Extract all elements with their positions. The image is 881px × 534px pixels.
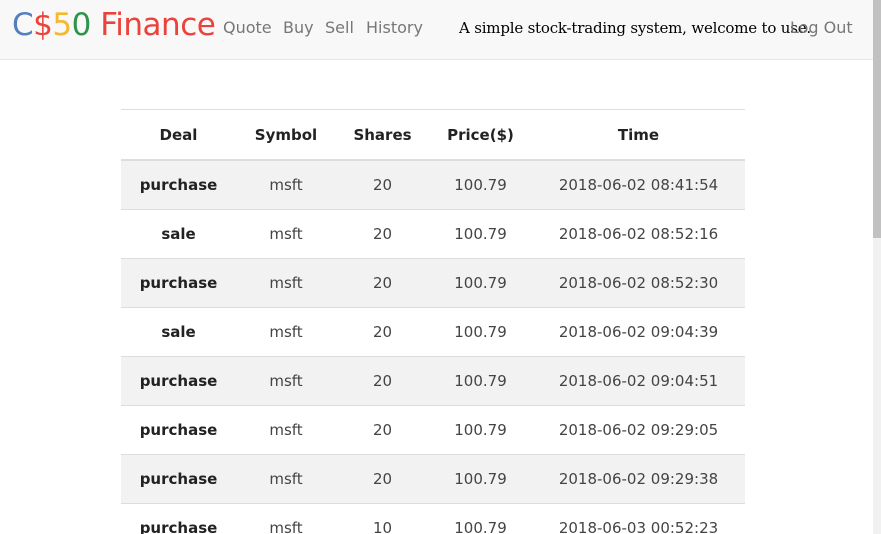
column-header-price: Price($) — [429, 109, 532, 161]
table-row: purchase msft 20 100.79 2018-06-02 08:41:54 — [121, 159, 745, 210]
cell-deal: sale — [121, 307, 236, 357]
column-header-symbol: Symbol — [236, 109, 336, 161]
cell-deal: purchase — [121, 503, 236, 534]
navbar: C$50 Finance Quote Buy Sell History A si… — [0, 0, 873, 60]
brand-finance: Finance — [90, 7, 216, 43]
brand-c: C — [12, 7, 34, 43]
vertical-scrollbar[interactable] — [873, 0, 881, 534]
brand-zero: 0 — [71, 7, 92, 43]
cell-shares: 20 — [336, 209, 429, 259]
cell-symbol: msft — [236, 258, 336, 308]
cell-deal: sale — [121, 209, 236, 259]
column-header-shares: Shares — [336, 109, 429, 161]
cell-time: 2018-06-03 00:52:23 — [532, 503, 745, 534]
nav-link-history[interactable]: History — [366, 18, 423, 38]
cell-price: 100.79 — [429, 454, 532, 504]
column-header-time: Time — [532, 109, 745, 161]
brand-logo-link[interactable]: C$50 Finance — [12, 7, 216, 43]
cell-shares: 20 — [336, 356, 429, 406]
cell-symbol: msft — [236, 454, 336, 504]
cell-time: 2018-06-02 08:52:30 — [532, 258, 745, 308]
cell-time: 2018-06-02 09:04:39 — [532, 307, 745, 357]
cell-deal: purchase — [121, 159, 236, 210]
scrollbar-thumb[interactable] — [873, 0, 881, 238]
column-header-deal: Deal — [121, 109, 236, 161]
cell-price: 100.79 — [429, 405, 532, 455]
brand-five: 5 — [52, 7, 72, 43]
cell-symbol: msft — [236, 405, 336, 455]
cell-price: 100.79 — [429, 258, 532, 308]
cell-shares: 20 — [336, 307, 429, 357]
cell-price: 100.79 — [429, 307, 532, 357]
page: C$50 Finance Quote Buy Sell History A si… — [0, 0, 881, 534]
table-row: sale msft 20 100.79 2018-06-02 09:04:39 — [121, 307, 745, 357]
cell-symbol: msft — [236, 307, 336, 357]
cell-time: 2018-06-02 09:29:38 — [532, 454, 745, 504]
nav-link-sell[interactable]: Sell — [325, 18, 354, 38]
table-row: sale msft 20 100.79 2018-06-02 08:52:16 — [121, 209, 745, 259]
history-table: Deal Symbol Shares Price($) Time purchas… — [121, 109, 745, 534]
cell-deal: purchase — [121, 356, 236, 406]
cell-deal: purchase — [121, 454, 236, 504]
table-row: purchase msft 20 100.79 2018-06-02 09:29:38 — [121, 454, 745, 504]
cell-price: 100.79 — [429, 503, 532, 534]
navbar-tagline: A simple stock-trading system, welcome t… — [459, 19, 811, 37]
cell-time: 2018-06-02 08:52:16 — [532, 209, 745, 259]
nav-link-quote[interactable]: Quote — [223, 18, 272, 38]
cell-time: 2018-06-02 09:04:51 — [532, 356, 745, 406]
table-header: Deal Symbol Shares Price($) Time — [121, 109, 745, 161]
history-table-container: Deal Symbol Shares Price($) Time purchas… — [121, 109, 745, 534]
cell-shares: 10 — [336, 503, 429, 534]
nav-link-buy[interactable]: Buy — [283, 18, 314, 38]
cell-shares: 20 — [336, 405, 429, 455]
cell-time: 2018-06-02 08:41:54 — [532, 159, 745, 210]
brand-dollar: $ — [33, 7, 53, 43]
cell-time: 2018-06-02 09:29:05 — [532, 405, 745, 455]
cell-price: 100.79 — [429, 356, 532, 406]
cell-shares: 20 — [336, 454, 429, 504]
cell-deal: purchase — [121, 258, 236, 308]
cell-deal: purchase — [121, 405, 236, 455]
cell-shares: 20 — [336, 258, 429, 308]
cell-symbol: msft — [236, 356, 336, 406]
table-row: purchase msft 20 100.79 2018-06-02 09:04:51 — [121, 356, 745, 406]
cell-price: 100.79 — [429, 159, 532, 210]
cell-symbol: msft — [236, 503, 336, 534]
cell-price: 100.79 — [429, 209, 532, 259]
table-body: purchase msft 20 100.79 2018-06-02 08:41:54 s… — [121, 159, 745, 534]
nav-link-logout[interactable]: Log Out — [790, 18, 853, 38]
table-row: purchase msft 20 100.79 2018-06-02 08:52:30 — [121, 258, 745, 308]
cell-shares: 20 — [336, 159, 429, 210]
table-row: purchase msft 10 100.79 2018-06-03 00:52:23 — [121, 503, 745, 534]
cell-symbol: msft — [236, 209, 336, 259]
table-row: purchase msft 20 100.79 2018-06-02 09:29:05 — [121, 405, 745, 455]
cell-symbol: msft — [236, 159, 336, 210]
